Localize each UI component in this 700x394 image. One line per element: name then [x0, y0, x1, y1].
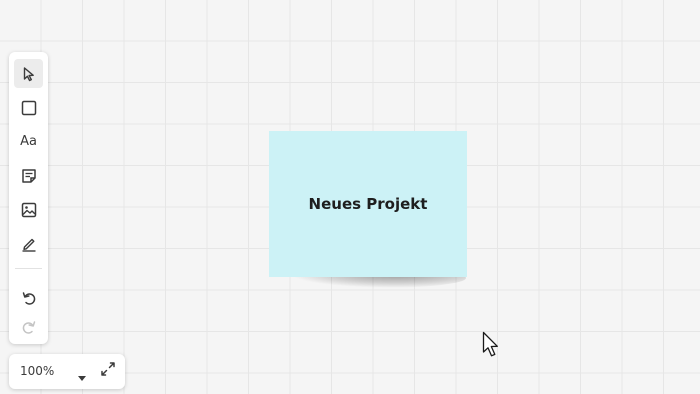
tool-palette: Aa: [9, 52, 48, 344]
pen-icon: [21, 236, 37, 252]
fit-to-screen-button[interactable]: [96, 360, 119, 383]
zoom-level-dropdown[interactable]: 100%: [9, 354, 89, 389]
zoom-level-value: 100%: [20, 364, 55, 378]
toolbar-divider: [15, 268, 42, 269]
zoom-controls: 100%: [9, 354, 125, 389]
text-tool-button[interactable]: Aa: [14, 127, 43, 156]
sticky-note-tool-button[interactable]: [14, 161, 43, 190]
redo-button[interactable]: [14, 312, 43, 341]
select-tool-button[interactable]: [14, 59, 43, 88]
square-icon: [21, 100, 37, 116]
pen-tool-button[interactable]: [14, 229, 43, 258]
caret-down-icon: [78, 368, 86, 386]
sticky-note-text: Neues Projekt: [308, 195, 428, 213]
text-icon: Aa: [20, 134, 37, 149]
pointer-icon: [21, 66, 37, 82]
sticky-note[interactable]: Neues Projekt: [269, 131, 467, 277]
image-tool-button[interactable]: [14, 195, 43, 224]
image-icon: [21, 202, 37, 218]
shape-tool-button[interactable]: [14, 93, 43, 122]
undo-icon: [21, 290, 37, 306]
expand-icon: [100, 361, 116, 382]
redo-icon: [21, 319, 37, 335]
mouse-cursor-icon: [482, 331, 502, 364]
sticky-note-icon: [21, 168, 37, 184]
undo-button[interactable]: [14, 283, 43, 312]
